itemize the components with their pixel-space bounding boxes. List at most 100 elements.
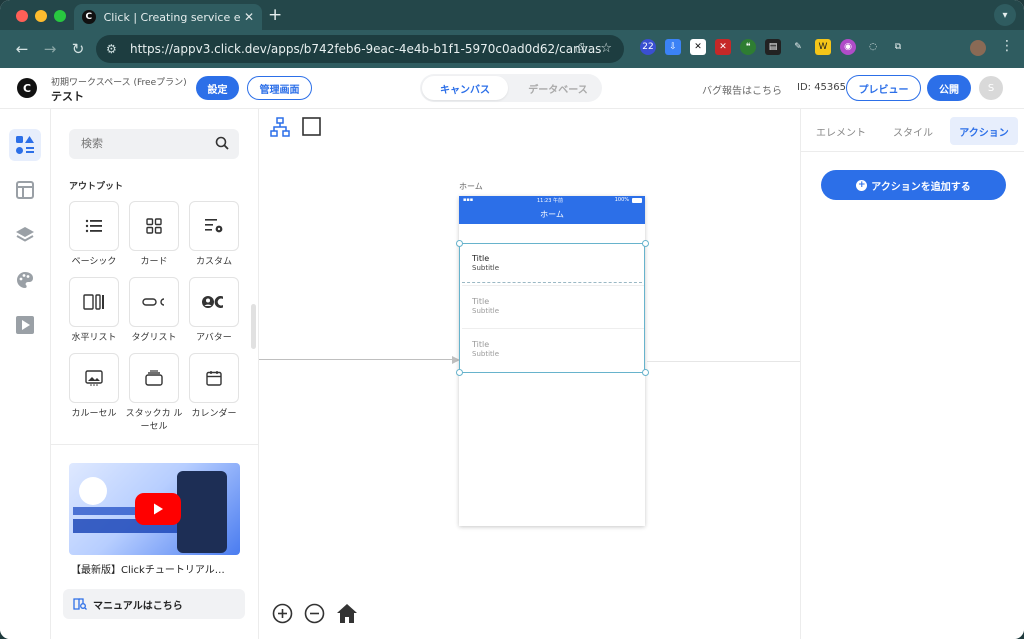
x-extension-icon[interactable]: ✕	[690, 39, 706, 55]
user-avatar[interactable]: S	[979, 76, 1003, 100]
manual-button[interactable]: マニュアルはこちら	[63, 589, 245, 619]
workspace-plan: 初期ワークスペース (Freeプラン)	[51, 78, 187, 88]
tab-search-button[interactable]: ▾	[994, 4, 1016, 26]
resize-handle[interactable]	[642, 369, 649, 376]
tabs-divider	[801, 151, 1024, 152]
home-icon[interactable]	[336, 603, 358, 624]
preview-button[interactable]: プレビュー	[846, 75, 921, 101]
forward-arrow-icon[interactable]: →	[36, 40, 64, 58]
component-stack-carousel[interactable]: スタックカ ルーセル	[126, 353, 182, 434]
properties-panel: エレメント スタイル アクション + アクションを追加する	[800, 109, 1024, 639]
browser-menu-icon[interactable]: ⋮	[1000, 38, 1014, 54]
browser-tab[interactable]: C Click | Creating service easily ✕	[74, 4, 262, 30]
component-horizontal-list[interactable]: 水平リスト	[69, 277, 119, 345]
battery-icon	[632, 198, 642, 203]
component-search[interactable]	[69, 129, 239, 159]
view-switcher: キャンバス データベース	[420, 74, 602, 102]
component-label: カード	[140, 257, 168, 267]
rail-layers-icon[interactable]	[9, 219, 41, 251]
components-panel: アウトプット ベーシック カード カスタム 水平リスト タグリスト アバター カ…	[51, 109, 259, 639]
phone-status-bar: ▪▪▪ 11:23 午前 100%	[459, 196, 645, 205]
tab-style[interactable]: スタイル	[881, 117, 945, 145]
resize-handle[interactable]	[642, 240, 649, 247]
resize-handle[interactable]	[456, 369, 463, 376]
zoom-out-icon[interactable]	[304, 603, 325, 624]
component-calendar[interactable]: カレンダー	[189, 353, 239, 421]
tab-title: Click | Creating service easily	[103, 10, 240, 24]
admin-button[interactable]: 管理画面	[247, 76, 312, 100]
rail-palette-icon[interactable]	[9, 264, 41, 296]
extension-badge-icon[interactable]: 22	[640, 39, 656, 55]
download-extension-icon[interactable]: ⇩	[665, 39, 681, 55]
grid-icon	[146, 218, 162, 234]
url-text[interactable]: https://appv3.click.dev/apps/b742feb6-9e…	[130, 42, 601, 56]
puzzle-extensions-icon[interactable]: ⧉	[890, 39, 906, 55]
manual-label: マニュアルはこちら	[93, 600, 183, 612]
notebook-extension-icon[interactable]: ▤	[765, 39, 781, 55]
maximize-window-button[interactable]	[54, 10, 66, 22]
w-extension-icon[interactable]: W	[815, 39, 831, 55]
list-settings-icon	[205, 219, 223, 233]
install-app-icon[interactable]: ⎙	[576, 41, 586, 56]
close-window-button[interactable]	[16, 10, 28, 22]
bookmark-star-icon[interactable]: ☆	[600, 41, 612, 56]
canvas-area[interactable]: ホーム ▪▪▪ 11:23 午前 100% ホーム Title Subtitle…	[259, 109, 800, 639]
component-label: スタックカ ルーセル	[125, 409, 183, 433]
close-tab-icon[interactable]: ✕	[244, 10, 254, 24]
search-input[interactable]	[81, 137, 201, 150]
component-carousel[interactable]: カルーセル	[69, 353, 119, 421]
component-label: タグリスト	[131, 333, 177, 343]
settings-button[interactable]: 設定	[196, 76, 239, 100]
loading-extension-icon[interactable]: ◌	[865, 39, 881, 55]
panel-scrollbar[interactable]	[251, 304, 256, 349]
phone-nav-title: ホーム	[540, 210, 564, 219]
component-avatar[interactable]: アバター	[189, 277, 239, 345]
video-caption[interactable]: 【最新版】Clickチュートリアル…	[71, 561, 239, 576]
green-extension-icon[interactable]: ❝	[740, 39, 756, 55]
component-label: カルーセル	[71, 409, 117, 419]
bug-report-link[interactable]: バグ報告はこちら	[702, 82, 782, 97]
carousel-icon	[85, 370, 103, 386]
plus-circle-icon: +	[856, 179, 868, 191]
component-tag-list[interactable]: タグリスト	[129, 277, 179, 345]
reload-icon[interactable]: ↻	[64, 40, 92, 58]
tag-list-icon	[142, 298, 165, 306]
tab-canvas[interactable]: キャンバス	[422, 76, 508, 100]
search-icon[interactable]	[215, 136, 229, 150]
site-info-icon[interactable]: ⚙	[106, 42, 124, 56]
component-card[interactable]: カード	[129, 201, 179, 269]
resize-handle[interactable]	[456, 240, 463, 247]
tab-action[interactable]: アクション	[950, 117, 1018, 145]
back-arrow-icon[interactable]: ←	[8, 40, 36, 58]
component-custom[interactable]: カスタム	[189, 201, 239, 269]
browser-tab-strip: C Click | Creating service easily ✕ + ▾	[0, 0, 1024, 30]
tab-element[interactable]: エレメント	[809, 117, 873, 145]
purple-extension-icon[interactable]: ◉	[840, 39, 856, 55]
browser-profile-avatar[interactable]	[970, 40, 986, 56]
screen-tree-icon[interactable]	[270, 117, 290, 137]
youtube-play-icon[interactable]	[135, 493, 181, 525]
add-action-button[interactable]: + アクションを追加する	[821, 170, 1006, 200]
publish-button[interactable]: 公開	[927, 75, 971, 101]
rail-play-icon[interactable]	[9, 309, 41, 341]
avatar-icon	[202, 296, 223, 308]
app-header: C 初期ワークスペース (Freeプラン) テスト 設定 管理画面 キャンバス …	[0, 68, 1024, 109]
screen-connector-line	[647, 361, 800, 362]
zoom-in-icon[interactable]	[272, 603, 293, 624]
address-bar[interactable]: ⚙ https://appv3.click.dev/apps/b742feb6-…	[96, 35, 624, 63]
tutorial-video-thumbnail[interactable]	[69, 463, 240, 555]
minimize-window-button[interactable]	[35, 10, 47, 22]
red-extension-icon[interactable]: ✕	[715, 39, 731, 55]
list-icon	[85, 219, 102, 233]
click-logo-icon[interactable]: C	[17, 78, 37, 98]
tab-database[interactable]: データベース	[516, 76, 600, 100]
eyedropper-extension-icon[interactable]: ✎	[790, 39, 806, 55]
square-tool-icon[interactable]	[302, 117, 321, 136]
rail-layout-icon[interactable]	[9, 174, 41, 206]
rail-components-icon[interactable]	[9, 129, 41, 161]
selected-list-component[interactable]	[459, 243, 645, 373]
component-basic[interactable]: ベーシック	[69, 201, 119, 269]
component-label: カスタム	[195, 257, 232, 267]
status-battery: 100%	[614, 197, 629, 203]
new-tab-button[interactable]: +	[268, 5, 282, 25]
